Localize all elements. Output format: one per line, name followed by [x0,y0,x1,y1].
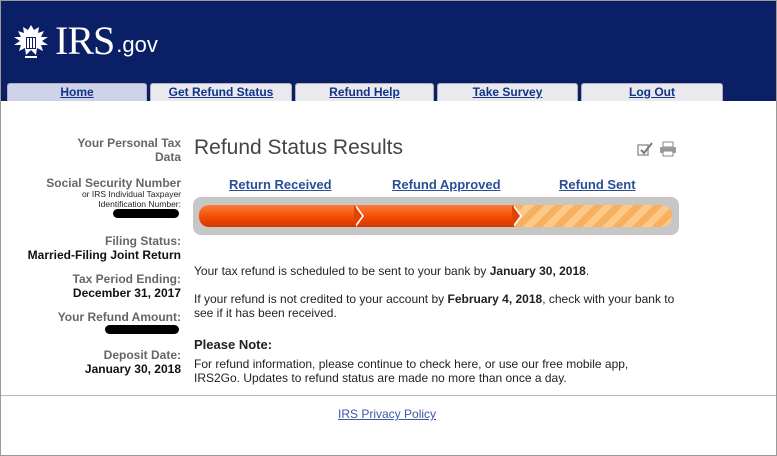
logo-suffix: .gov [116,32,158,57]
redacted-ssn [113,209,179,218]
credit-date: February 4, 2018 [447,292,543,306]
step-refund-approved[interactable]: Refund Approved [392,177,501,192]
checklist-icon[interactable] [637,141,653,157]
progress-segment-sent [515,205,672,227]
eagle-icon [14,25,48,58]
note-text: For refund information, please continue … [194,357,629,385]
filing-status-value: Married-Filing Joint Return [27,248,181,262]
step-refund-sent[interactable]: Refund Sent [559,177,636,192]
filing-status-label: Filing Status: [105,234,181,248]
logo-text: IRS [55,18,115,63]
sidebar-heading: Your Personal Tax Data [77,136,181,164]
main-nav: Home Get Refund Status Refund Help Take … [1,83,776,101]
tab-log-out[interactable]: Log Out [581,83,723,101]
page-tools [637,141,677,157]
progress-arrow [512,205,520,227]
deposit-date-label: Deposit Date: [103,348,181,362]
tab-home[interactable]: Home [7,83,147,101]
page-title: Refund Status Results [194,136,403,159]
tab-refund-help[interactable]: Refund Help [295,83,434,101]
browser-page: IRS .gov Home Get Refund Status Refund H… [0,0,777,456]
redacted-refund-amount [105,325,179,334]
note-heading: Please Note: [194,337,273,352]
print-icon[interactable] [659,141,677,157]
credit-message: If your refund is not credited to your a… [194,292,679,320]
progress-arrow [354,205,362,227]
deposit-date-value: January 30, 2018 [84,362,181,376]
progress-segment-received [199,205,357,227]
scheduled-date: January 30, 2018 [489,264,586,278]
irs-logo[interactable]: IRS .gov [11,21,158,61]
progress-segment-approved [357,205,515,227]
tax-period-label: Tax Period Ending: [72,272,181,286]
site-header: IRS .gov Home Get Refund Status Refund H… [1,1,776,101]
privacy-policy-link[interactable]: IRS Privacy Policy [338,407,436,421]
progress-steps: Return Received Refund Approved Refund S… [193,177,679,195]
footer-divider [1,395,776,396]
refund-progress-bar [193,197,679,235]
scheduled-message-text: Your tax refund is scheduled to be sent … [194,264,490,278]
step-return-received[interactable]: Return Received [229,177,332,192]
ssn-sublabel: or IRS Individual Taxpayer Identificatio… [81,189,181,209]
tax-period-value: December 31, 2017 [72,286,181,300]
ssn-label: Social Security Number [46,176,181,190]
tab-get-refund-status[interactable]: Get Refund Status [150,83,292,101]
refund-amount-label: Your Refund Amount: [57,310,181,324]
scheduled-message: Your tax refund is scheduled to be sent … [194,264,684,278]
scheduled-message-end: . [585,264,590,278]
credit-message-text: If your refund is not credited to your a… [194,292,448,306]
tab-take-survey[interactable]: Take Survey [437,83,578,101]
